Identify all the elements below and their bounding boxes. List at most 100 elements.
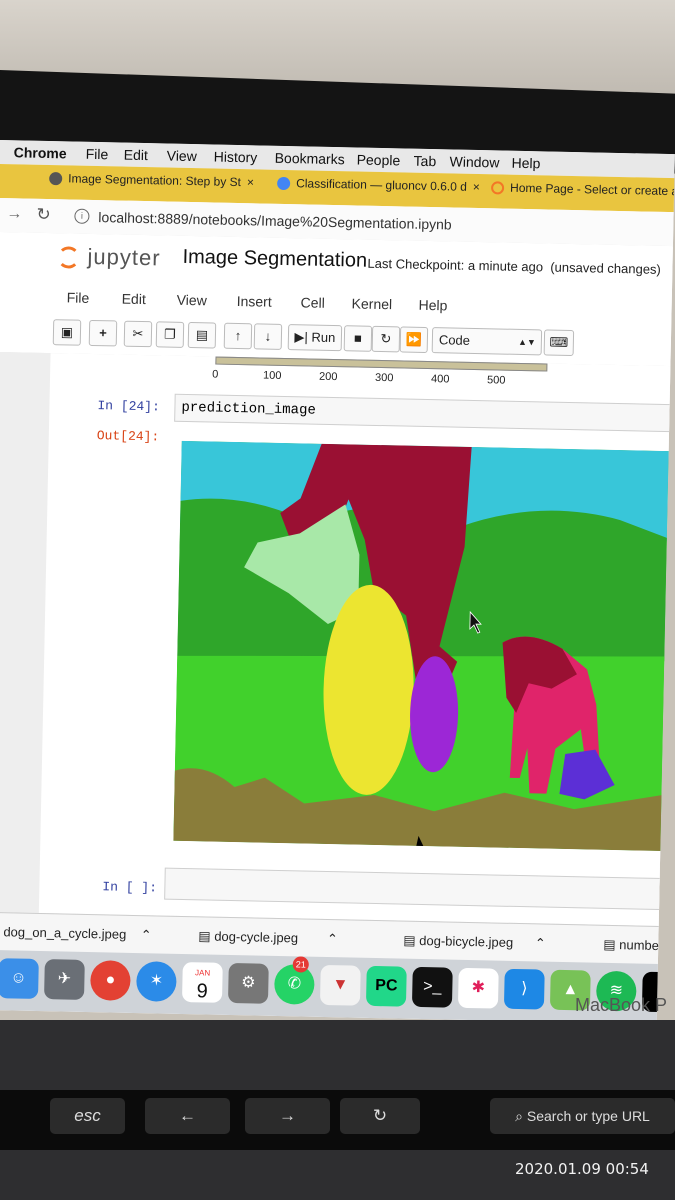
download-item[interactable]: dog_on_a_cycle.jpeg ⌃ [3, 924, 152, 943]
output-prompt: Out[24]: [96, 428, 160, 445]
axis-tick: 200 [318, 370, 338, 384]
move-down-icon[interactable]: ↓ [253, 323, 283, 350]
jmenu-help[interactable]: Help [418, 297, 447, 314]
chevron-up-icon[interactable]: ⌃ [327, 931, 338, 946]
calendar-month: JAN [194, 968, 211, 978]
add-cell-icon[interactable]: + [88, 319, 118, 347]
cell-type-select[interactable]: Code ▲▼ [431, 327, 543, 356]
jmenu-edit[interactable]: Edit [122, 291, 146, 308]
terminal-icon[interactable]: >_ [411, 966, 453, 1008]
tab-favicon-icon [49, 172, 63, 186]
menu-chrome[interactable]: Chrome [14, 144, 67, 161]
move-up-icon[interactable]: ↑ [223, 322, 253, 350]
menu-help[interactable]: Help [511, 155, 540, 172]
tab-home-page[interactable]: Home Page - Select or create a× [490, 180, 675, 210]
touchbar-search[interactable]: ⌕ Search or type URL [490, 1098, 675, 1134]
jmenu-file[interactable]: File [67, 289, 90, 305]
download-filename: dog-cycle.jpeg [214, 928, 299, 946]
system-preferences-icon[interactable]: ⚙ [227, 962, 269, 1004]
file-icon: ▤ [403, 932, 416, 948]
file-icon: ▤ [603, 936, 616, 953]
copy-icon[interactable]: ❐ [155, 321, 185, 348]
chevron-up-icon[interactable]: ⌃ [141, 927, 152, 942]
download-item[interactable]: ▤ dog-cycle.jpeg ⌃ [198, 928, 338, 947]
notebook-area: 0 100 200 300 400 500 In [24]: predictio… [0, 351, 675, 927]
popcorn-time-icon[interactable]: ▼ [319, 964, 361, 1006]
save-icon[interactable]: ▣ [52, 319, 82, 346]
touch-bar: esc ← → ↻ ⌕ Search or type URL [0, 1090, 675, 1150]
jmenu-view[interactable]: View [177, 292, 207, 309]
menu-edit[interactable]: Edit [124, 147, 148, 164]
chevron-up-icon[interactable]: ⌃ [535, 935, 546, 950]
loading-icon [490, 181, 505, 195]
empty-code-cell[interactable] [164, 867, 675, 911]
notebook-title[interactable]: Image Segmentation [182, 246, 367, 273]
forward-key-icon[interactable]: → [245, 1098, 330, 1134]
file-icon: ▤ [198, 928, 211, 944]
restart-icon[interactable]: ↻ [371, 325, 401, 353]
reload-key-icon[interactable]: ↻ [340, 1098, 420, 1134]
slack-icon[interactable]: ✱ [457, 967, 499, 1009]
unsaved-status: (unsaved changes) [550, 259, 662, 277]
url-input[interactable]: localhost:8889/notebooks/Image%20Segment… [98, 209, 452, 232]
laptop-brand-label: MacBook P [575, 995, 668, 1015]
tab-title: Classification — gluoncv 0.6.0 d [296, 176, 468, 194]
jupyter-logo-icon [57, 246, 80, 269]
launchpad-icon[interactable]: ✈ [44, 959, 85, 1000]
search-icon: ⌕ [515, 1108, 523, 1124]
safari-icon[interactable]: ✶ [135, 961, 177, 1002]
calendar-icon[interactable]: JAN 9 [181, 962, 223, 1003]
download-item[interactable]: ▤ numbe [603, 937, 659, 954]
tab-title: Image Segmentation: Step by St [68, 171, 242, 190]
input-prompt: In [24]: [97, 398, 161, 415]
cut-icon[interactable]: ✂ [123, 320, 153, 348]
axis-tick: 400 [430, 373, 450, 386]
menu-people[interactable]: People [357, 151, 401, 168]
download-item[interactable]: ▤ dog-bicycle.jpeg ⌃ [403, 933, 546, 952]
tab-image-segmentation[interactable]: Image Segmentation: Step by St × [49, 171, 259, 201]
pycharm-icon[interactable]: PC [365, 965, 407, 1007]
code-cell-input[interactable]: prediction_image [174, 393, 675, 433]
run-button[interactable]: ▶| Run [287, 324, 343, 352]
tab-classification[interactable]: Classification — gluoncv 0.6.0 d × [277, 176, 487, 206]
tab-close-icon[interactable]: × [473, 180, 480, 194]
menu-window[interactable]: Window [449, 153, 499, 170]
reload-icon[interactable]: ↻ [36, 205, 51, 225]
cell-type-value: Code [438, 332, 471, 348]
menu-bookmarks[interactable]: Bookmarks [275, 150, 345, 167]
touchbar-search-label: Search or type URL [526, 1108, 650, 1124]
notebook-page: 0 100 200 300 400 500 In [24]: predictio… [38, 353, 675, 927]
jmenu-insert[interactable]: Insert [237, 293, 272, 310]
menu-file[interactable]: File [86, 146, 109, 162]
download-filename: dog_on_a_cycle.jpeg [3, 924, 127, 942]
keyboard-icon[interactable]: ⌨ [543, 329, 575, 357]
chrome-icon[interactable]: ● [90, 960, 131, 1001]
axis-tick: 500 [486, 374, 506, 387]
laptop-screen: Chrome File Edit View History Bookmarks … [0, 140, 675, 1024]
download-filename: numbe [619, 937, 660, 953]
paste-icon[interactable]: ▤ [187, 321, 217, 349]
jupyter-logo[interactable]: jupyter [57, 243, 161, 271]
fast-forward-icon[interactable]: ⏩ [399, 326, 429, 354]
jmenu-kernel[interactable]: Kernel [351, 295, 392, 312]
menu-history[interactable]: History [214, 148, 258, 165]
axis-tick: 0 [212, 368, 219, 381]
vscode-icon[interactable]: ⟩ [503, 968, 545, 1010]
next-input-prompt: In [ ]: [102, 879, 158, 896]
photo-timestamp: 2020.01.09 00:54 [515, 1160, 649, 1178]
finder-icon[interactable]: ☺ [0, 958, 39, 999]
tab-close-icon[interactable]: × [247, 175, 254, 189]
info-icon[interactable]: i [74, 208, 90, 224]
google-icon [277, 177, 291, 191]
esc-key[interactable]: esc [50, 1098, 125, 1134]
menu-tab[interactable]: Tab [413, 153, 436, 169]
back-key-icon[interactable]: ← [145, 1098, 230, 1134]
jmenu-cell[interactable]: Cell [300, 294, 324, 311]
checkpoint-status: Last Checkpoint: a minute ago (unsaved c… [367, 256, 661, 277]
segmentation-output-image [173, 440, 675, 852]
calendar-day: 9 [196, 980, 209, 1003]
forward-arrow-icon[interactable]: → [6, 205, 22, 223]
stop-icon[interactable]: ■ [343, 325, 373, 352]
menu-view[interactable]: View [167, 147, 197, 164]
jupyter-logo-text: jupyter [87, 243, 161, 271]
